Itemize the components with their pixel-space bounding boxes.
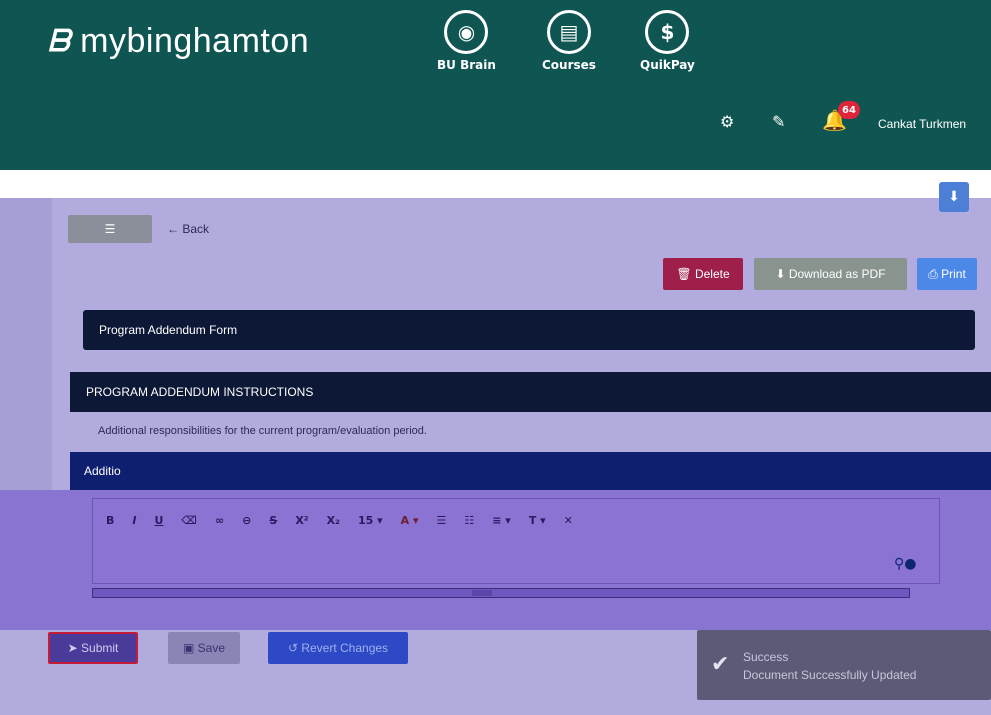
superscript-icon[interactable]: X² xyxy=(295,514,308,527)
revert-button[interactable]: ↺ Revert Changes xyxy=(268,632,408,664)
save-icon: ▣ xyxy=(182,641,198,655)
save-button[interactable]: ▣ Save xyxy=(168,632,240,664)
text-color-icon[interactable]: A ▾ xyxy=(401,514,419,527)
menu-icon: ☰ xyxy=(104,222,116,236)
form-title: Program Addendum Form xyxy=(83,310,975,350)
toast-title: Success xyxy=(743,650,789,664)
content-top-strip xyxy=(0,170,991,198)
arrow-down-icon: ⬇ xyxy=(948,189,960,205)
submit-label: Submit xyxy=(81,641,119,655)
instructions-header: PROGRAM ADDENDUM INSTRUCTIONS xyxy=(70,372,991,412)
back-link[interactable]: ← Back xyxy=(167,222,209,236)
fullscreen-icon[interactable]: ✕ xyxy=(564,514,573,527)
nav-bu-brain[interactable]: ◉ BU Brain xyxy=(437,10,496,72)
link-icon[interactable]: ∞ xyxy=(215,514,224,527)
nav-label: BU Brain xyxy=(437,58,496,72)
send-icon: ➤ xyxy=(67,641,82,655)
map-pin-icon[interactable]: ⚲● xyxy=(894,556,916,572)
toast-message: Document Successfully Updated xyxy=(743,668,917,682)
arrow-left-icon: ← xyxy=(167,222,179,236)
scrollbar-thumb[interactable] xyxy=(472,590,492,596)
revert-icon: ↺ xyxy=(287,641,302,655)
download-pdf-button[interactable]: ⬇ Download as PDF xyxy=(754,258,907,290)
download-label: Download as PDF xyxy=(788,267,886,281)
unlink-icon[interactable]: ⊖ xyxy=(242,514,251,527)
nav-label: Courses xyxy=(542,58,596,72)
brand-logo[interactable]: ᗷ mybinghamton xyxy=(48,22,309,61)
numbered-list-icon[interactable]: ☷ xyxy=(464,514,474,527)
italic-icon[interactable]: I xyxy=(132,514,136,527)
revert-label: Revert Changes xyxy=(301,641,389,655)
nav-courses[interactable]: ▤ Courses xyxy=(542,10,596,72)
menu-button[interactable]: ☰ xyxy=(68,215,152,243)
subscript-icon[interactable]: X₂ xyxy=(327,514,340,527)
notification-badge: 64 xyxy=(838,101,860,119)
instructions-text: Additional responsibilities for the curr… xyxy=(98,425,427,437)
underline-icon[interactable]: U xyxy=(154,514,163,527)
submit-button[interactable]: ➤ Submit xyxy=(48,632,138,664)
gears-icon[interactable]: ⚙ xyxy=(720,112,734,131)
delete-button[interactable]: 🗑 Delete xyxy=(663,258,743,290)
back-label: Back xyxy=(182,222,210,236)
user-menu[interactable]: Cankat Turkmen xyxy=(878,117,966,131)
strikethrough-icon[interactable]: S xyxy=(269,514,277,527)
font-size-select[interactable]: 15 ▾ xyxy=(358,514,383,527)
pencil-icon[interactable]: ✎ xyxy=(772,112,785,131)
nav-quikpay[interactable]: $ QuikPay xyxy=(640,10,695,72)
brand-name: mybinghamton xyxy=(80,22,310,60)
rich-text-editor[interactable] xyxy=(92,498,940,584)
lock-dollar-icon: $ xyxy=(645,10,690,54)
save-label: Save xyxy=(197,641,226,655)
horizontal-scrollbar[interactable] xyxy=(92,588,910,598)
additional-section-header: Additio xyxy=(70,452,991,490)
delete-label: Delete xyxy=(694,267,730,281)
print-icon: ⎙ xyxy=(928,266,942,281)
success-toast[interactable]: ✔ Success Document Successfully Updated xyxy=(697,630,991,700)
print-label: Print xyxy=(941,267,966,281)
bold-icon[interactable]: B xyxy=(106,514,114,527)
text-style-icon[interactable]: T ▾ xyxy=(529,514,546,527)
editor-toolbar: B I U ⌫ ∞ ⊖ S X² X₂ 15 ▾ A ▾ ☰ ☷ ≡ ▾ T ▾… xyxy=(106,514,573,527)
eraser-icon[interactable]: ⌫ xyxy=(181,514,197,527)
align-icon[interactable]: ≡ ▾ xyxy=(492,514,511,527)
b-logo-icon: ᗷ xyxy=(48,24,71,58)
check-icon: ✔ xyxy=(711,652,730,677)
trash-icon: 🗑 xyxy=(676,267,695,281)
print-button[interactable]: ⎙ Print xyxy=(917,258,977,290)
brain-icon: ◉ xyxy=(444,10,489,54)
download-icon: ⬇ xyxy=(775,267,789,281)
collapse-button[interactable]: ⬇ xyxy=(939,182,969,212)
nav-label: QuikPay xyxy=(640,58,695,72)
bulleted-list-icon[interactable]: ☰ xyxy=(436,514,446,527)
left-panel xyxy=(0,198,52,498)
book-icon: ▤ xyxy=(546,10,591,54)
